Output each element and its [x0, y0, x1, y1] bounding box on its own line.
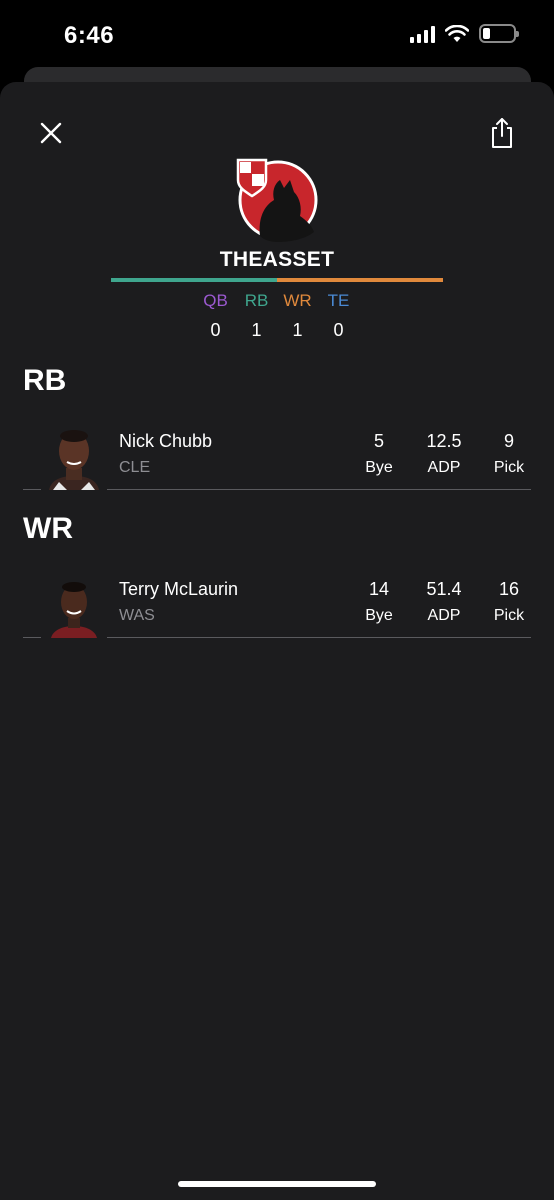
- battery-icon: [479, 24, 519, 43]
- player-headshot: [41, 572, 107, 638]
- stat-adp-label: ADP: [427, 459, 461, 476]
- team-name: THEASSET: [219, 248, 335, 271]
- position-count: 0: [210, 320, 221, 340]
- close-icon[interactable]: [36, 118, 66, 148]
- stat-adp: 51.4 ADP: [419, 578, 469, 626]
- share-icon[interactable]: [488, 116, 516, 150]
- player-name: Nick Chubb: [119, 431, 213, 451]
- stat-pick: 9 Pick: [489, 430, 529, 478]
- stat-adp: 12.5 ADP: [419, 430, 469, 478]
- position-count: 0: [333, 320, 344, 340]
- team-logo: [236, 158, 318, 242]
- position-count: 1: [292, 320, 303, 340]
- home-indicator[interactable]: [178, 1181, 376, 1187]
- position-count-qb: QB 0: [195, 290, 236, 342]
- status-icons: [410, 24, 519, 43]
- stat-adp-value: 12.5: [426, 431, 462, 451]
- team-sheet: THEASSET QB 0 RB 1 WR 1 TE 0 RB Nick Chu…: [0, 82, 554, 1200]
- wifi-icon: [445, 24, 469, 42]
- player-headshot: [41, 424, 107, 490]
- position-count-rb: RB 1: [236, 290, 277, 342]
- player-name: Terry McLaurin: [119, 579, 239, 599]
- position-label: RB: [244, 291, 269, 310]
- stat-pick-value: 9: [503, 431, 514, 451]
- player-row[interactable]: Terry McLaurin WAS 14 Bye 51.4 ADP 16 Pi…: [23, 572, 531, 638]
- stat-bye: 5 Bye: [359, 430, 399, 478]
- position-bar-segment-wr: [277, 278, 443, 282]
- position-label: WR: [283, 291, 312, 310]
- position-count-te: TE 0: [318, 290, 359, 342]
- battery-level: [483, 28, 491, 39]
- stat-bye-value: 14: [368, 579, 390, 599]
- stat-pick-label: Pick: [493, 607, 525, 624]
- stat-bye-label: Bye: [365, 607, 393, 624]
- stat-adp-value: 51.4: [426, 579, 462, 599]
- position-label: QB: [203, 291, 228, 310]
- stat-bye-label: Bye: [365, 459, 393, 476]
- status-bar: 6:46: [0, 0, 554, 70]
- stat-bye: 14 Bye: [359, 578, 399, 626]
- player-row[interactable]: Nick Chubb CLE 5 Bye 12.5 ADP 9 Pick: [23, 424, 531, 490]
- cellular-signal-icon: [410, 25, 435, 43]
- position-counts: QB 0 RB 1 WR 1 TE 0: [0, 290, 554, 342]
- player-team: WAS: [119, 607, 155, 624]
- stat-bye-value: 5: [373, 431, 384, 451]
- position-count: 1: [251, 320, 262, 340]
- stat-pick-value: 16: [498, 579, 520, 599]
- stat-adp-label: ADP: [427, 607, 461, 624]
- stat-pick-label: Pick: [493, 459, 525, 476]
- position-bar-segment-rb: [111, 278, 277, 282]
- stat-pick: 16 Pick: [489, 578, 529, 626]
- status-time: 6:46: [64, 22, 115, 49]
- section-title-wr: WR: [23, 512, 73, 545]
- position-distribution-bar: [111, 278, 443, 282]
- player-team: CLE: [119, 459, 151, 476]
- position-count-wr: WR 1: [277, 290, 318, 342]
- section-title-rb: RB: [23, 364, 67, 397]
- position-label: TE: [327, 291, 350, 310]
